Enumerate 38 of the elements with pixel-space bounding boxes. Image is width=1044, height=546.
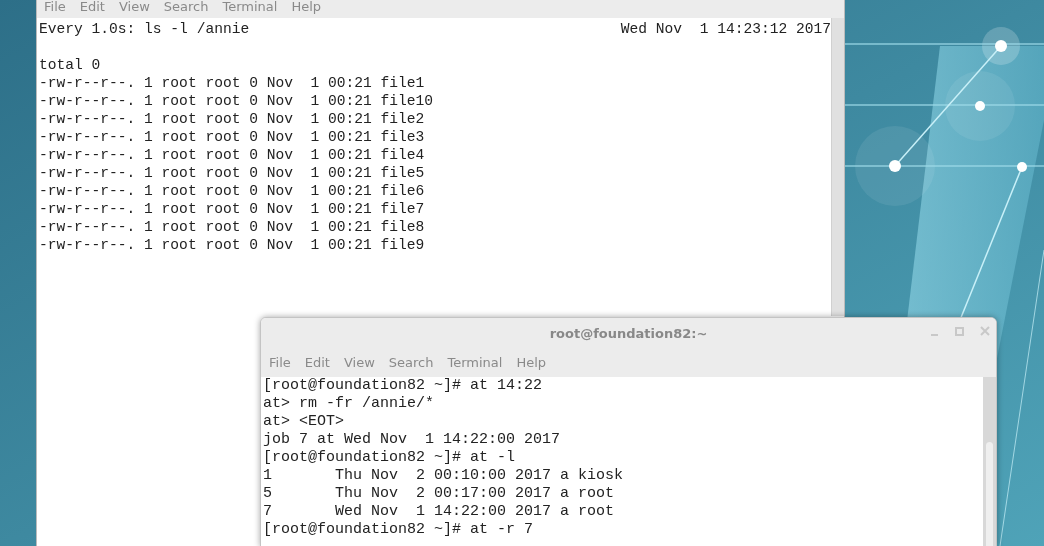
menu-item[interactable]: Search <box>156 0 216 14</box>
close-icon[interactable] <box>980 326 990 336</box>
terminal-line: 7 Wed Nov 1 14:22:00 2017 a root <box>263 503 616 521</box>
terminal-line: at> rm -fr /annie/* <box>263 395 436 413</box>
menu-item[interactable]: Search <box>381 355 441 370</box>
terminal-line: -rw-r--r--. 1 root root 0 Nov 1 00:21 file5 <box>39 164 426 182</box>
window-title: root@foundation82:~ <box>549 325 708 341</box>
menu-item[interactable]: Terminal <box>440 355 510 370</box>
terminal-line: -rw-r--r--. 1 root root 0 Nov 1 00:21 file9 <box>39 236 426 254</box>
terminal-line: -rw-r--r--. 1 root root 0 Nov 1 00:21 file2 <box>39 110 426 128</box>
terminal-line: -rw-r--r--. 1 root root 0 Nov 1 00:21 file10 <box>39 92 435 110</box>
scrollbar[interactable] <box>831 18 844 316</box>
menu-item[interactable]: File <box>262 355 298 370</box>
terminal-line: at> <EOT> <box>263 413 345 431</box>
terminal-line: [root@foundation82 ~]# at -l <box>263 449 517 467</box>
terminal-line: 1 Thu Nov 2 00:10:00 2017 a kiosk <box>263 467 625 485</box>
maximize-icon[interactable] <box>955 326 964 336</box>
terminal-line: 5 Thu Nov 2 00:17:00 2017 a root <box>263 485 616 503</box>
menu-item[interactable]: Help <box>284 0 329 14</box>
terminal-line: -rw-r--r--. 1 root root 0 Nov 1 00:21 file7 <box>39 200 426 218</box>
watch-command: Every 1.0s: ls -l /annie <box>39 20 250 38</box>
menu-item[interactable]: View <box>336 355 382 370</box>
terminal-line: -rw-r--r--. 1 root root 0 Nov 1 00:21 file8 <box>39 218 426 236</box>
terminal-line: [root@foundation82 ~]# at -r 7 <box>263 521 535 539</box>
menu-item[interactable]: Terminal <box>215 0 285 14</box>
terminal-line: -rw-r--r--. 1 root root 0 Nov 1 00:21 file6 <box>39 182 426 200</box>
terminal-line: [root@foundation82 ~]# at 14:22 <box>263 377 544 395</box>
terminal-line: -rw-r--r--. 1 root root 0 Nov 1 00:21 file4 <box>39 146 426 164</box>
menu-item[interactable]: File <box>37 0 73 14</box>
timestamp: Wed Nov 1 14:23:12 2017 <box>620 20 831 38</box>
terminal-line: -rw-r--r--. 1 root root 0 Nov 1 00:21 file1 <box>39 74 426 92</box>
terminal-line: total 0 <box>39 56 102 74</box>
menu-item[interactable]: Edit <box>72 0 112 14</box>
terminal-line: -rw-r--r--. 1 root root 0 Nov 1 00:21 file3 <box>39 128 426 146</box>
menu-item[interactable]: View <box>111 0 157 14</box>
menu-item[interactable]: Edit <box>297 355 337 370</box>
menu-item[interactable]: Help <box>509 355 554 370</box>
terminal-line: job 7 at Wed Nov 1 14:22:00 2017 <box>263 431 562 449</box>
